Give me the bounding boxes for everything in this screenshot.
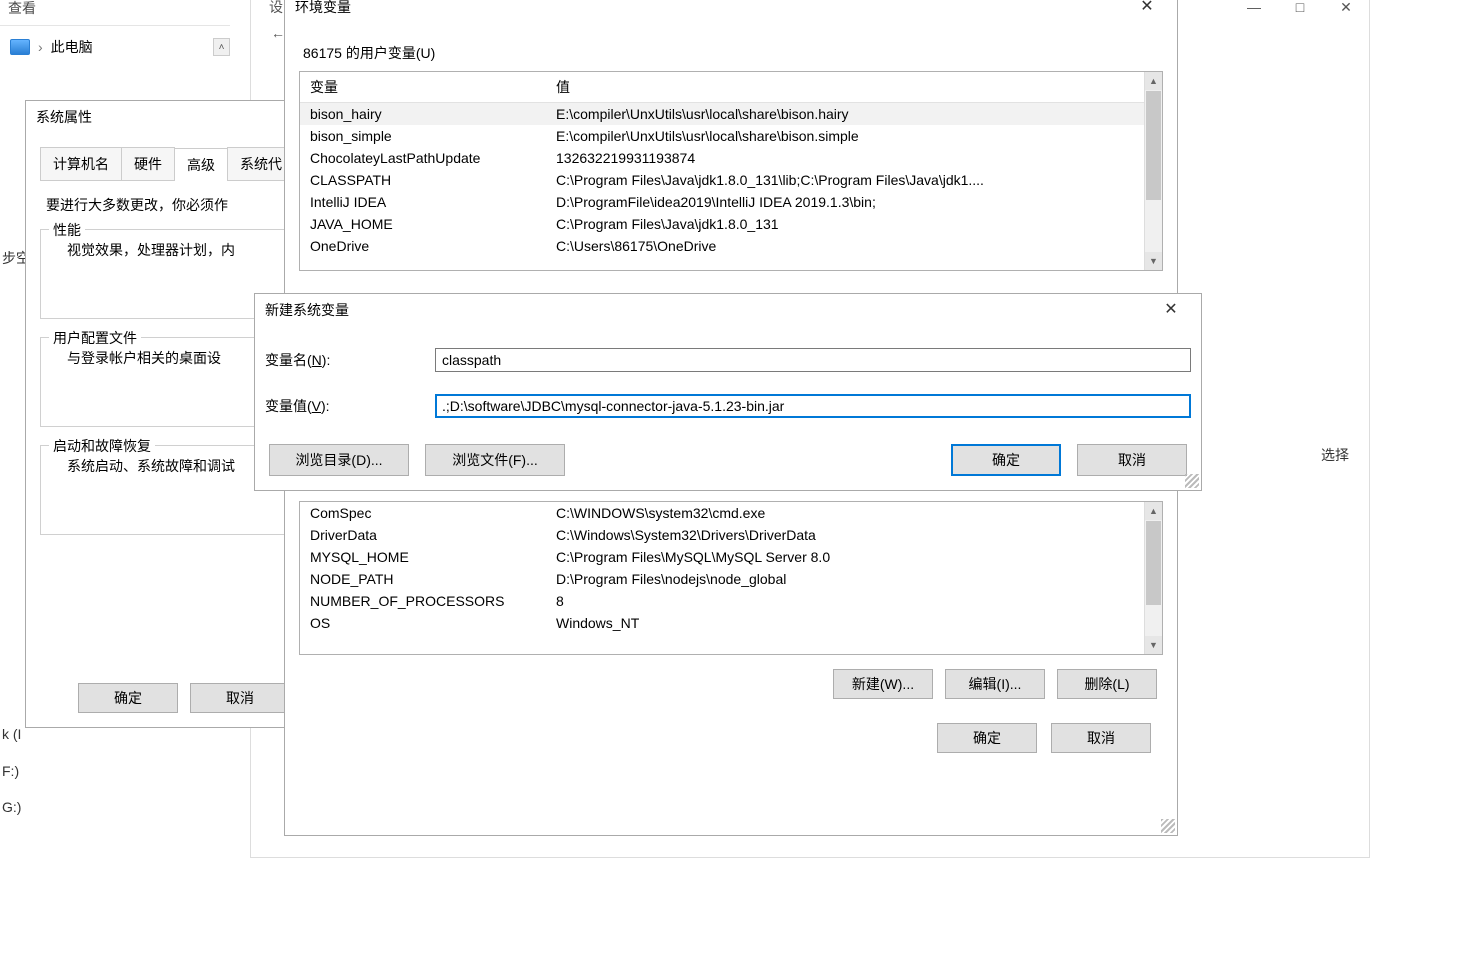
scroll-down-icon[interactable]: ▼: [1145, 636, 1162, 654]
table-row[interactable]: NODE_PATHD:\Program Files\nodejs\node_gl…: [300, 568, 1144, 590]
new-var-dialog-title: 新建系统变量: [265, 294, 349, 326]
tab-advanced[interactable]: 高级: [174, 148, 228, 181]
scrollbar[interactable]: ▲ ▼: [1144, 72, 1162, 270]
var-name-cell: OneDrive: [300, 235, 546, 257]
new-var-ok-button[interactable]: 确定: [951, 444, 1061, 476]
resize-grip-icon[interactable]: [1161, 819, 1175, 833]
var-name-cell: IntelliJ IDEA: [300, 191, 546, 213]
user-vars-label: 86175 的用户变量(U): [299, 33, 1163, 71]
scroll-thumb[interactable]: [1146, 521, 1161, 605]
browse-directory-button[interactable]: 浏览目录(D)...: [269, 444, 409, 476]
variable-value-input[interactable]: [435, 394, 1191, 418]
var-value-cell: D:\Program Files\nodejs\node_global: [546, 568, 1144, 590]
table-row[interactable]: ChocolateyLastPathUpdate1326322199311938…: [300, 147, 1144, 169]
table-row[interactable]: DriverDataC:\Windows\System32\Drivers\Dr…: [300, 524, 1144, 546]
close-icon[interactable]: ✕: [1323, 0, 1369, 22]
env-cancel-button[interactable]: 取消: [1051, 723, 1151, 753]
var-value-cell: C:\Program Files\Java\jdk1.8.0_131\lib;C…: [546, 169, 1144, 191]
sysvars-new-button[interactable]: 新建(W)...: [833, 669, 933, 699]
scroll-down-icon[interactable]: ▼: [1145, 252, 1162, 270]
var-name-cell: CLASSPATH: [300, 169, 546, 191]
var-value-cell: E:\compiler\UnxUtils\usr\local\share\bis…: [546, 103, 1144, 126]
sysvars-delete-button[interactable]: 删除(L): [1057, 669, 1157, 699]
settings-pick-label: 选择: [1321, 445, 1349, 465]
browse-file-button[interactable]: 浏览文件(F)...: [425, 444, 565, 476]
resize-grip-icon[interactable]: [1185, 474, 1199, 488]
maximize-icon[interactable]: □: [1277, 0, 1323, 22]
scrollbar[interactable]: ▲ ▼: [1144, 502, 1162, 654]
table-row[interactable]: OneDriveC:\Users\86175\OneDrive: [300, 235, 1144, 257]
close-icon[interactable]: ✕: [1151, 296, 1191, 324]
var-name-cell: bison_simple: [300, 125, 546, 147]
sysvars-edit-button[interactable]: 编辑(I)...: [945, 669, 1045, 699]
tab-computer-name[interactable]: 计算机名: [40, 147, 122, 180]
var-name-cell: ChocolateyLastPathUpdate: [300, 147, 546, 169]
new-var-cancel-button[interactable]: 取消: [1077, 444, 1187, 476]
sysprops-ok-button[interactable]: 确定: [78, 683, 178, 713]
var-name-cell: NUMBER_OF_PROCESSORS: [300, 590, 546, 612]
user-profile-group-title: 用户配置文件: [49, 328, 141, 348]
tab-hardware[interactable]: 硬件: [121, 147, 175, 180]
table-row[interactable]: JAVA_HOMEC:\Program Files\Java\jdk1.8.0_…: [300, 213, 1144, 235]
col-variable[interactable]: 变量: [300, 72, 546, 103]
user-vars-table[interactable]: 变量 值 bison_hairyE:\compiler\UnxUtils\usr…: [300, 72, 1144, 257]
new-system-variable-dialog: 新建系统变量 ✕ 变量名(N): 变量值(V): 浏览目录(D)... 浏览文件…: [254, 293, 1202, 491]
env-dialog-title: 环境变量: [295, 0, 351, 23]
scroll-up-icon[interactable]: ˄: [213, 38, 230, 56]
startup-group-title: 启动和故障恢复: [49, 436, 155, 456]
breadcrumb-this-pc[interactable]: 此电脑: [51, 37, 93, 57]
var-name-cell: bison_hairy: [300, 103, 546, 126]
minimize-icon[interactable]: —: [1231, 0, 1277, 22]
table-row[interactable]: MYSQL_HOMEC:\Program Files\MySQL\MySQL S…: [300, 546, 1144, 568]
table-row[interactable]: bison_simpleE:\compiler\UnxUtils\usr\loc…: [300, 125, 1144, 147]
variable-name-input[interactable]: [435, 348, 1191, 372]
this-pc-icon: [10, 39, 30, 55]
system-properties-title: 系统属性: [36, 101, 92, 133]
var-name-cell: OS: [300, 612, 546, 634]
explorer-toolbar-view[interactable]: 查看: [0, 0, 230, 26]
settings-window-title: 设: [251, 0, 283, 17]
sysprops-cancel-button[interactable]: 取消: [190, 683, 290, 713]
chevron-right-icon: ›: [38, 39, 43, 55]
col-value[interactable]: 值: [546, 72, 1144, 103]
scroll-up-icon[interactable]: ▲: [1145, 502, 1162, 520]
var-value-cell: Windows_NT: [546, 612, 1144, 634]
left-edge-fragments: 步空 k (I F:) G:): [0, 240, 25, 826]
scroll-up-icon[interactable]: ▲: [1145, 72, 1162, 90]
var-name-cell: DriverData: [300, 524, 546, 546]
var-name-cell: MYSQL_HOME: [300, 546, 546, 568]
var-name-cell: NODE_PATH: [300, 568, 546, 590]
var-value-cell: D:\ProgramFile\idea2019\IntelliJ IDEA 20…: [546, 191, 1144, 213]
var-value-cell: C:\WINDOWS\system32\cmd.exe: [546, 502, 1144, 524]
var-value-cell: E:\compiler\UnxUtils\usr\local\share\bis…: [546, 125, 1144, 147]
var-value-cell: C:\Users\86175\OneDrive: [546, 235, 1144, 257]
var-name-cell: ComSpec: [300, 502, 546, 524]
table-row[interactable]: ComSpecC:\WINDOWS\system32\cmd.exe: [300, 502, 1144, 524]
scroll-thumb[interactable]: [1146, 91, 1161, 200]
variable-name-label: 变量名(N):: [265, 350, 435, 370]
table-row[interactable]: IntelliJ IDEAD:\ProgramFile\idea2019\Int…: [300, 191, 1144, 213]
performance-group-title: 性能: [49, 220, 85, 240]
var-name-cell: JAVA_HOME: [300, 213, 546, 235]
var-value-cell: C:\Windows\System32\Drivers\DriverData: [546, 524, 1144, 546]
table-row[interactable]: bison_hairyE:\compiler\UnxUtils\usr\loca…: [300, 103, 1144, 126]
var-value-cell: C:\Program Files\MySQL\MySQL Server 8.0: [546, 546, 1144, 568]
var-value-cell: 132632219931193874: [546, 147, 1144, 169]
table-row[interactable]: NUMBER_OF_PROCESSORS8: [300, 590, 1144, 612]
env-ok-button[interactable]: 确定: [937, 723, 1037, 753]
var-value-cell: 8: [546, 590, 1144, 612]
table-row[interactable]: OSWindows_NT: [300, 612, 1144, 634]
var-value-cell: C:\Program Files\Java\jdk1.8.0_131: [546, 213, 1144, 235]
system-vars-table[interactable]: ComSpecC:\WINDOWS\system32\cmd.exeDriver…: [300, 502, 1144, 634]
table-row[interactable]: CLASSPATHC:\Program Files\Java\jdk1.8.0_…: [300, 169, 1144, 191]
close-icon[interactable]: ✕: [1127, 0, 1167, 21]
variable-value-label: 变量值(V):: [265, 396, 435, 416]
